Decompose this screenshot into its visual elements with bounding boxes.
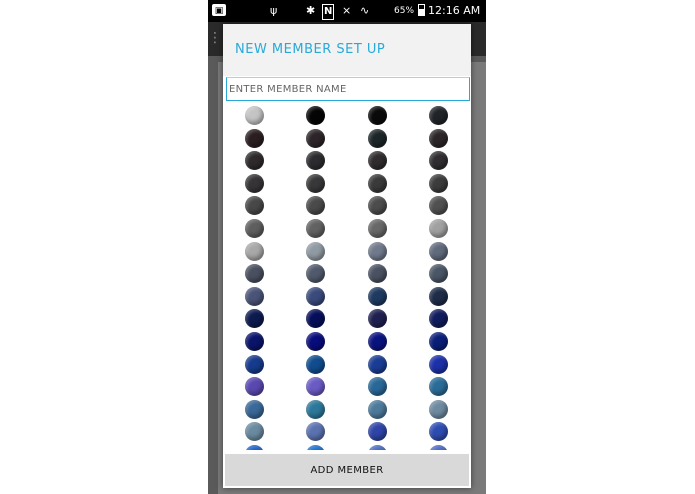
new-member-dialog: NEW MEMBER SET UP ADD MEMBER: [223, 24, 471, 488]
color-swatch[interactable]: [429, 445, 448, 450]
color-swatch[interactable]: [245, 241, 264, 261]
color-swatch[interactable]: [368, 106, 387, 125]
color-swatch[interactable]: [245, 332, 264, 351]
mute-icon: ⨯: [342, 4, 352, 17]
clock: 12:16 AM: [428, 4, 481, 17]
color-swatch[interactable]: [306, 241, 325, 261]
color-swatch[interactable]: [245, 286, 264, 306]
color-swatch[interactable]: [306, 399, 325, 419]
dialog-title: NEW MEMBER SET UP: [235, 42, 386, 57]
color-swatch[interactable]: [368, 286, 387, 306]
color-swatch[interactable]: [368, 196, 387, 216]
color-swatch[interactable]: [429, 422, 448, 442]
menu-icon[interactable]: ⋮: [208, 30, 222, 46]
color-swatch[interactable]: [245, 422, 264, 442]
color-swatch[interactable]: [368, 445, 387, 450]
color-swatch[interactable]: [429, 106, 448, 125]
battery-percent: 65%: [394, 6, 415, 16]
battery-icon: [418, 4, 425, 16]
color-swatch[interactable]: [429, 241, 448, 261]
color-swatch[interactable]: [306, 332, 325, 351]
color-swatch[interactable]: [245, 377, 264, 397]
color-swatch[interactable]: [306, 422, 325, 442]
dialog-header: NEW MEMBER SET UP: [223, 24, 471, 76]
color-swatch[interactable]: [429, 264, 448, 284]
color-swatch[interactable]: [368, 377, 387, 397]
color-swatch[interactable]: [245, 309, 264, 329]
color-swatch[interactable]: [368, 264, 387, 284]
color-swatch[interactable]: [368, 354, 387, 374]
color-swatch[interactable]: [429, 286, 448, 306]
color-swatch[interactable]: [245, 173, 264, 193]
battery-level-fill: [419, 8, 424, 15]
color-swatch[interactable]: [429, 332, 448, 351]
color-swatch[interactable]: [245, 219, 264, 238]
color-swatch[interactable]: [429, 173, 448, 193]
color-swatch[interactable]: [306, 219, 325, 238]
color-swatch[interactable]: [306, 173, 325, 193]
color-swatch[interactable]: [368, 219, 387, 238]
color-swatch[interactable]: [245, 106, 264, 125]
color-swatch[interactable]: [306, 354, 325, 374]
color-swatch[interactable]: [245, 128, 264, 148]
color-swatch[interactable]: [306, 286, 325, 306]
phone-screen: ▣ ψ ✱ N ⨯ ∿ 65% 12:16 AM ⋮ NEW MEMBER SE…: [208, 0, 486, 494]
bluetooth-icon: ✱: [306, 4, 316, 17]
color-swatch[interactable]: [429, 128, 448, 148]
picture-icon: ▣: [212, 4, 226, 16]
color-swatch[interactable]: [245, 196, 264, 216]
color-swatch[interactable]: [429, 399, 448, 419]
status-bar: ▣ ψ ✱ N ⨯ ∿ 65% 12:16 AM: [208, 0, 486, 22]
member-name-input[interactable]: [226, 77, 470, 101]
color-swatch[interactable]: [368, 309, 387, 329]
color-swatch[interactable]: [429, 309, 448, 329]
color-swatch[interactable]: [245, 151, 264, 171]
color-swatch[interactable]: [368, 422, 387, 442]
color-swatch[interactable]: [245, 264, 264, 284]
color-swatch[interactable]: [245, 399, 264, 419]
usb-icon: ψ: [270, 4, 278, 17]
color-swatch[interactable]: [429, 354, 448, 374]
color-swatch[interactable]: [306, 309, 325, 329]
color-swatch[interactable]: [245, 445, 264, 450]
color-swatch[interactable]: [368, 241, 387, 261]
color-swatch[interactable]: [306, 151, 325, 171]
color-swatch-grid: [223, 104, 471, 450]
color-swatch[interactable]: [306, 445, 325, 450]
color-swatch[interactable]: [306, 106, 325, 125]
color-swatch[interactable]: [429, 151, 448, 171]
color-swatch[interactable]: [306, 128, 325, 148]
color-swatch[interactable]: [368, 332, 387, 351]
color-swatch[interactable]: [429, 196, 448, 216]
wifi-icon: ∿: [360, 4, 370, 17]
color-swatch[interactable]: [368, 151, 387, 171]
add-member-button[interactable]: ADD MEMBER: [225, 454, 469, 486]
color-swatch[interactable]: [368, 128, 387, 148]
color-swatch[interactable]: [429, 377, 448, 397]
color-swatch[interactable]: [368, 399, 387, 419]
color-swatch[interactable]: [429, 219, 448, 238]
color-swatch[interactable]: [306, 196, 325, 216]
color-swatch[interactable]: [306, 264, 325, 284]
nfc-icon: N: [322, 4, 335, 20]
color-swatch[interactable]: [368, 173, 387, 193]
color-swatch[interactable]: [245, 354, 264, 374]
color-swatch[interactable]: [306, 377, 325, 397]
